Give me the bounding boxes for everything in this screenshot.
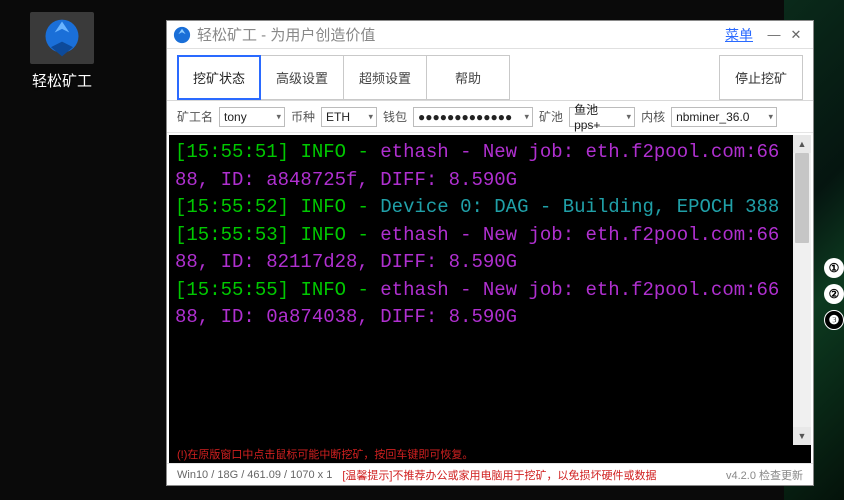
- chevron-down-icon: ▾: [276, 111, 281, 122]
- desktop-shortcut[interactable]: 轻松矿工: [12, 12, 112, 91]
- titlebar: 轻松矿工 - 为用户创造价值 菜单 — ✕: [167, 21, 813, 49]
- side-badges: ① ② ❸: [824, 258, 844, 330]
- badge-1[interactable]: ①: [824, 258, 844, 278]
- scroll-down-button[interactable]: ▼: [793, 427, 811, 445]
- console-area: [15:55:51] INFO - ethash - New job: eth.…: [169, 135, 811, 445]
- pool-select[interactable]: 鱼池pps+ ▾: [569, 107, 635, 127]
- stop-mining-button[interactable]: 停止挖矿: [719, 55, 803, 100]
- pool-label: 矿池: [539, 108, 563, 125]
- window-title: 轻松矿工 - 为用户创造价值: [197, 24, 375, 45]
- chevron-down-icon: ▾: [369, 111, 374, 122]
- scroll-track[interactable]: [793, 153, 811, 427]
- kernel-select[interactable]: nbminer_36.0 ▾: [671, 107, 777, 127]
- config-bar: 矿工名 tony ▾ 币种 ETH ▾ 钱包 ●●●●●●●●●●●●● ▾ 矿…: [167, 101, 813, 133]
- app-launch-icon: [30, 12, 94, 64]
- miner-name-label: 矿工名: [177, 108, 213, 125]
- coin-select[interactable]: ETH ▾: [321, 107, 377, 127]
- tab-advanced[interactable]: 高级设置: [260, 55, 344, 100]
- toolbar: 挖矿状态 高级设置 超频设置 帮助 停止挖矿: [167, 49, 813, 101]
- badge-2[interactable]: ②: [824, 284, 844, 304]
- app-window: 轻松矿工 - 为用户创造价值 菜单 — ✕ 挖矿状态 高级设置 超频设置 帮助 …: [166, 20, 814, 486]
- chevron-down-icon: ▾: [627, 111, 632, 122]
- menu-button[interactable]: 菜单: [725, 25, 753, 45]
- kernel-label: 内核: [641, 108, 665, 125]
- wallet-label: 钱包: [383, 108, 407, 125]
- miner-name-input[interactable]: tony ▾: [219, 107, 285, 127]
- console-scrollbar[interactable]: ▲ ▼: [793, 135, 811, 445]
- version-check-update[interactable]: v4.2.0 检查更新: [726, 467, 803, 483]
- app-logo-icon: [173, 26, 191, 44]
- console-hint: (!)在原版窗口中点击鼠标可能中断挖矿，按回车键即可恢复。: [169, 445, 811, 463]
- desktop-shortcut-label: 轻松矿工: [12, 70, 112, 91]
- tab-help[interactable]: 帮助: [426, 55, 510, 100]
- minimize-button[interactable]: —: [763, 26, 785, 44]
- wallet-select[interactable]: ●●●●●●●●●●●●● ▾: [413, 107, 533, 127]
- status-warning: [温馨提示]不推荐办公或家用电脑用于挖矿，以免损坏硬件或数据: [342, 467, 656, 483]
- system-info: Win10 / 18G / 461.09 / 1070 x 1: [177, 469, 332, 481]
- scroll-thumb[interactable]: [795, 153, 809, 243]
- console-output[interactable]: [15:55:51] INFO - ethash - New job: eth.…: [169, 135, 793, 445]
- scroll-up-button[interactable]: ▲: [793, 135, 811, 153]
- badge-3[interactable]: ❸: [824, 310, 844, 330]
- tab-overclock[interactable]: 超频设置: [343, 55, 427, 100]
- chevron-down-icon: ▾: [769, 111, 774, 122]
- tab-mining-status[interactable]: 挖矿状态: [177, 55, 261, 100]
- coin-label: 币种: [291, 108, 315, 125]
- status-bar: Win10 / 18G / 461.09 / 1070 x 1 [温馨提示]不推…: [167, 463, 813, 485]
- close-button[interactable]: ✕: [785, 26, 807, 44]
- chevron-down-icon: ▾: [525, 111, 530, 122]
